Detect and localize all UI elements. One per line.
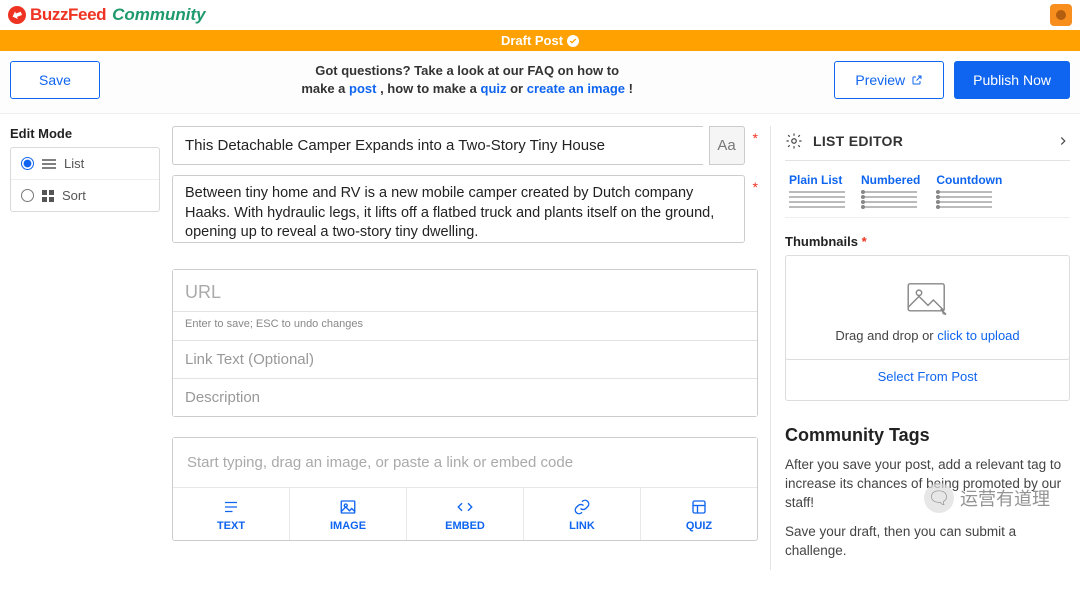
required-star: * — [751, 175, 758, 243]
check-icon — [567, 35, 579, 47]
thumbnails-label: Thumbnails * — [785, 234, 1070, 249]
post-title-input[interactable] — [172, 126, 703, 165]
edit-mode-title: Edit Mode — [10, 126, 160, 141]
brand-community: Community — [112, 5, 206, 25]
tab-link[interactable]: LINK — [524, 488, 641, 540]
grid-icon — [42, 190, 54, 202]
publish-button[interactable]: Publish Now — [954, 61, 1070, 99]
select-from-post[interactable]: Select From Post — [785, 357, 1070, 401]
list-type-numbered[interactable]: Numbered — [861, 173, 920, 211]
link-description-input[interactable] — [173, 378, 757, 416]
save-button[interactable]: Save — [10, 61, 100, 99]
faq-image-link[interactable]: create an image — [527, 81, 629, 96]
brand-buzz: BuzzFeed — [30, 5, 106, 25]
content-input[interactable] — [173, 438, 757, 487]
brand-logo[interactable]: BuzzFeed Community — [8, 5, 206, 25]
edit-mode-sort[interactable]: Sort — [11, 180, 159, 211]
tab-text[interactable]: TEXT — [173, 488, 290, 540]
community-tags-title: Community Tags — [785, 425, 1070, 446]
avatar[interactable] — [1050, 4, 1072, 26]
faq-help: Got questions? Take a look at our FAQ on… — [301, 62, 633, 97]
post-description-input[interactable]: Between tiny home and RV is a new mobile… — [172, 175, 745, 243]
url-input[interactable] — [173, 270, 757, 312]
mode-sort-radio[interactable] — [21, 189, 34, 202]
draft-banner-text: Draft Post — [501, 33, 563, 48]
formatting-button[interactable]: Aa — [709, 126, 745, 165]
faq-post-link[interactable]: post — [349, 81, 376, 96]
gear-icon[interactable] — [785, 132, 803, 150]
preview-button[interactable]: Preview — [834, 61, 944, 99]
list-type-plain[interactable]: Plain List — [789, 173, 845, 211]
link-text-input[interactable] — [173, 340, 757, 378]
url-hint: Enter to save; ESC to undo changes — [173, 312, 757, 340]
list-icon — [42, 158, 56, 170]
tags-help-1: After you save your post, add a relevant… — [785, 456, 1070, 513]
draft-banner: Draft Post — [0, 30, 1080, 51]
faq-quiz-link[interactable]: quiz — [481, 81, 507, 96]
image-icon — [906, 282, 950, 318]
required-star: * — [751, 126, 758, 165]
arrow-icon — [8, 6, 26, 24]
edit-mode-list[interactable]: List — [11, 148, 159, 180]
list-type-countdown[interactable]: Countdown — [936, 173, 1002, 211]
tab-embed[interactable]: EMBED — [407, 488, 524, 540]
thumbnail-dropzone[interactable]: Drag and drop or click to upload — [785, 255, 1070, 360]
tags-help-2: Save your draft, then you can submit a c… — [785, 523, 1070, 561]
external-icon — [911, 74, 923, 86]
tab-image[interactable]: IMAGE — [290, 488, 407, 540]
tab-quiz[interactable]: QUIZ — [641, 488, 757, 540]
click-to-upload[interactable]: click to upload — [937, 328, 1019, 343]
chevron-right-icon[interactable] — [1056, 134, 1070, 148]
mode-list-radio[interactable] — [21, 157, 34, 170]
list-editor-title: LIST EDITOR — [813, 133, 903, 149]
